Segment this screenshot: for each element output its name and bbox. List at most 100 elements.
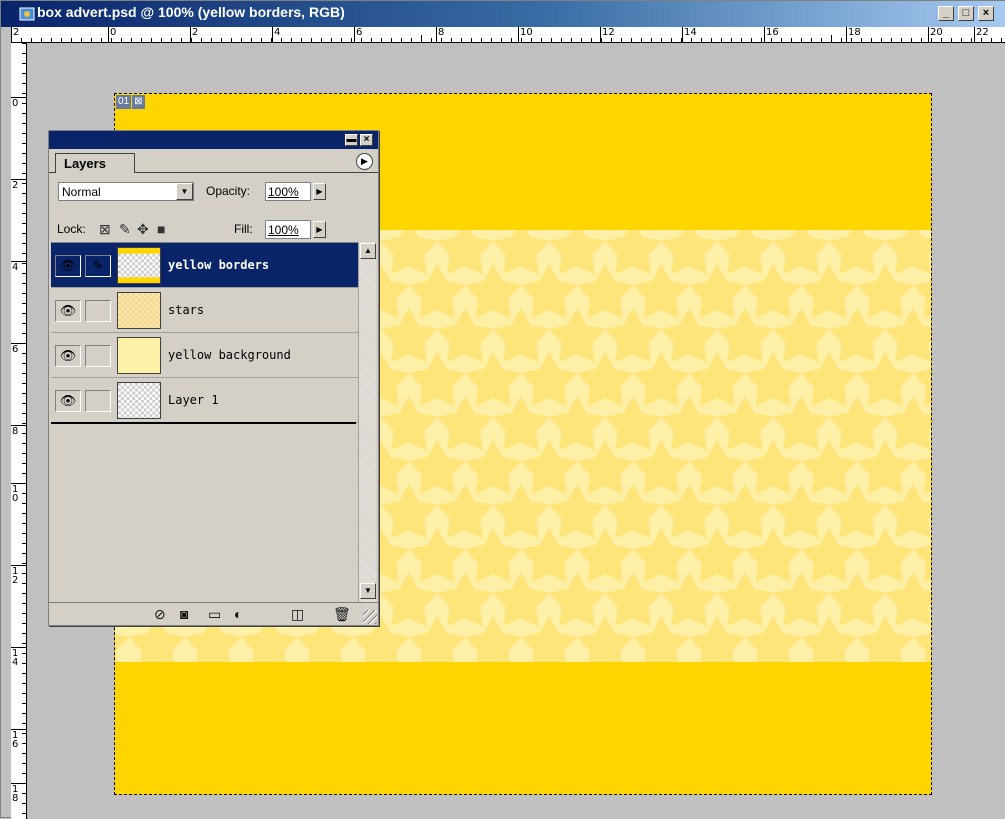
ruler-minor-tick	[22, 303, 26, 304]
opacity-input[interactable]: 100%	[265, 182, 311, 201]
ruler-minor-tick	[22, 813, 26, 814]
layer-name[interactable]: yellow borders	[168, 258, 269, 272]
eye-icon[interactable]: 👁	[55, 300, 81, 322]
opacity-label: Opacity:	[206, 184, 251, 198]
ruler-minor-tick	[22, 393, 26, 394]
ruler-minor-tick	[311, 38, 312, 42]
ruler-minor-tick	[22, 73, 26, 74]
lock-all-icon[interactable]: ■	[157, 222, 165, 236]
ruler-minor-tick	[22, 583, 26, 584]
layer-row-stars[interactable]: 👁 stars	[51, 288, 360, 333]
ruler-minor-tick	[861, 38, 862, 42]
ruler-minor-tick	[22, 613, 26, 614]
mask-icon[interactable]: ◙	[180, 606, 188, 622]
ruler-label: 12	[12, 566, 19, 586]
lock-image-pixels-icon[interactable]: ✎	[119, 222, 131, 236]
palette-menu-icon[interactable]: ▶	[356, 153, 373, 170]
ruler-minor-tick	[421, 35, 422, 42]
ruler-minor-tick	[22, 233, 26, 234]
ruler-minor-tick	[22, 83, 26, 84]
eye-icon[interactable]: 👁	[55, 345, 81, 367]
ruler-minor-tick	[631, 38, 632, 42]
blend-mode-select[interactable]: Normal ▼	[58, 182, 194, 201]
ruler-minor-tick	[951, 38, 952, 42]
ruler-minor-tick	[22, 253, 26, 254]
layer-row-yellow-background[interactable]: 👁 yellow background	[51, 333, 360, 378]
horizontal-ruler[interactable]: 2 0 2 4 6 8 10 12 14 16 18 20 22	[11, 27, 1005, 43]
adjustment-icon[interactable]: ◐	[234, 606, 242, 622]
ruler-minor-tick	[481, 38, 482, 42]
ruler-minor-tick	[731, 38, 732, 42]
ruler-minor-tick	[22, 123, 26, 124]
ruler-minor-tick	[22, 383, 26, 384]
ruler-label: 0	[12, 98, 19, 109]
tab-layers[interactable]: Layers	[55, 153, 135, 173]
link-box[interactable]	[85, 300, 111, 322]
ruler-minor-tick	[461, 38, 462, 42]
ruler-minor-tick	[901, 38, 902, 42]
palette-minimize-button[interactable]: ▬	[345, 134, 358, 146]
palette-title-bar[interactable]: ▬ ×	[49, 131, 378, 149]
title-bar[interactable]: box advert.psd @ 100% (yellow borders, R…	[1, 1, 1005, 27]
ruler-minor-tick	[22, 283, 26, 284]
layer-list-divider	[51, 422, 356, 424]
ruler-minor-tick	[22, 313, 26, 314]
ruler-label: 14	[12, 648, 19, 668]
ruler-minor-tick	[22, 53, 26, 54]
paintbrush-icon[interactable]: ✎	[85, 255, 111, 277]
layer-name[interactable]: Layer 1	[168, 393, 219, 407]
ruler-major-tick	[436, 27, 437, 42]
ruler-minor-tick	[331, 38, 332, 42]
ruler-minor-tick	[22, 663, 26, 664]
ruler-minor-tick	[231, 38, 232, 42]
ruler-minor-tick	[651, 38, 652, 42]
chevron-down-icon[interactable]: ▼	[176, 183, 193, 200]
ruler-minor-tick	[301, 38, 302, 42]
layer-row-yellow-borders[interactable]: 👁 ✎ yellow borders	[51, 243, 360, 288]
ruler-minor-tick	[471, 38, 472, 42]
ruler-minor-tick	[22, 163, 26, 164]
ruler-minor-tick	[921, 38, 922, 42]
ruler-minor-tick	[751, 38, 752, 42]
eye-icon[interactable]: 👁	[55, 390, 81, 412]
ruler-major-tick	[846, 27, 847, 42]
ruler-minor-tick	[22, 793, 26, 794]
maximize-button[interactable]: □	[958, 6, 974, 21]
ruler-label: 22	[976, 27, 989, 38]
layer-style-icon[interactable]: ⊘	[154, 606, 166, 622]
ruler-minor-tick	[161, 38, 162, 42]
eye-icon[interactable]: 👁	[55, 255, 81, 277]
minimize-button[interactable]: _	[938, 6, 954, 21]
layer-list-scrollbar[interactable]: ▲ ▼	[358, 242, 376, 602]
opacity-slider-button[interactable]: ▶	[313, 183, 326, 200]
ruler-minor-tick	[351, 38, 352, 42]
link-box[interactable]	[85, 390, 111, 412]
lock-transparent-pixels-icon[interactable]: ⊠	[99, 222, 111, 236]
resize-grip[interactable]	[363, 610, 377, 624]
new-layer-icon[interactable]: ◫	[291, 606, 304, 622]
trash-icon[interactable]: 🗑	[333, 606, 351, 622]
ruler-label: 4	[12, 262, 19, 273]
scroll-down-button[interactable]: ▼	[360, 583, 376, 599]
ruler-minor-tick	[41, 38, 42, 42]
folder-icon[interactable]: ▭	[208, 606, 221, 622]
fill-slider-button[interactable]: ▶	[313, 221, 326, 238]
layer-row-layer-1[interactable]: 👁 Layer 1	[51, 378, 360, 423]
ruler-minor-tick	[401, 38, 402, 42]
ruler-minor-tick	[22, 343, 26, 344]
ruler-label: 20	[930, 27, 943, 38]
layer-name[interactable]: yellow background	[168, 348, 291, 362]
layer-name[interactable]: stars	[168, 303, 204, 317]
close-button[interactable]: ×	[978, 6, 994, 21]
ruler-major-tick	[518, 27, 519, 42]
lock-position-icon[interactable]: ✥	[137, 222, 149, 236]
fill-input[interactable]: 100%	[265, 220, 311, 239]
scroll-up-button[interactable]: ▲	[360, 243, 376, 259]
ruler-minor-tick	[181, 38, 182, 42]
vertical-ruler[interactable]: 0 2 4 6 8 10 12 14 16 18	[11, 43, 27, 819]
ruler-label: 10	[12, 484, 19, 504]
ruler-minor-tick	[22, 63, 26, 64]
ruler-minor-tick	[801, 38, 802, 42]
palette-close-button[interactable]: ×	[360, 134, 373, 146]
link-box[interactable]	[85, 345, 111, 367]
